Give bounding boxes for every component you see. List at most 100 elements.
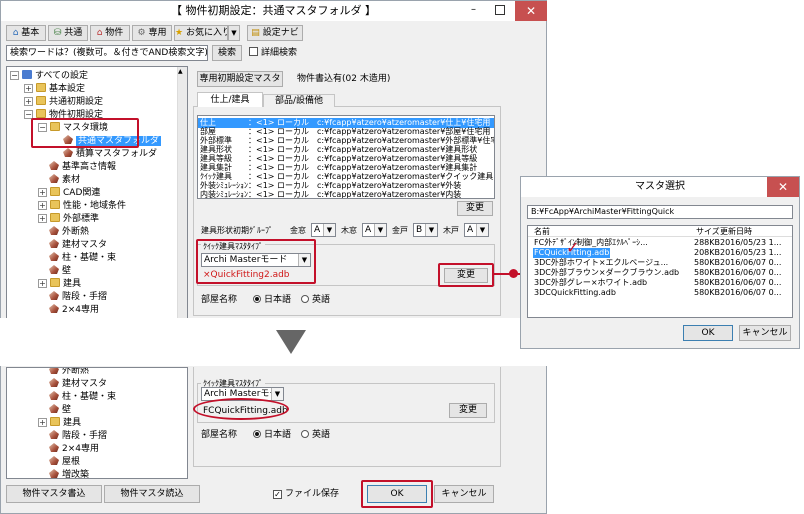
- tree-item-2x4[interactable]: 2×4専用: [49, 304, 99, 317]
- tree-label: 共通初期設定: [49, 97, 104, 107]
- cancel-button[interactable]: キャンセル: [434, 485, 494, 503]
- expand-icon[interactable]: +: [38, 279, 47, 288]
- toolbar-exclusive-button[interactable]: ⚙ 専用: [132, 25, 172, 41]
- tree-item-building-material[interactable]: 建材マスタ: [49, 378, 107, 391]
- radio-selected[interactable]: [253, 295, 261, 303]
- master-folder-list[interactable]: 仕上 ：<1> ローカル c:¥fcapp¥atzero¥atzeromaste…: [197, 115, 495, 199]
- quick-change-button-lower[interactable]: 変更: [449, 403, 487, 418]
- master-path-field: B:¥FcApp¥ArchiMaster¥FittingQuick: [527, 205, 793, 219]
- file-name[interactable]: 3DC外部グレー×ホワイト.adb: [534, 278, 647, 288]
- settings-tree[interactable]: ▲ − すべての設定 + 基本設定 + 共通初期設定 − 物件初期設定 − マスタ環境 共…: [6, 66, 188, 321]
- radio-selected[interactable]: [253, 430, 261, 438]
- tree-item-fittings[interactable]: + 建具: [38, 278, 81, 291]
- master-select-ok-button[interactable]: OK: [683, 325, 733, 341]
- property-master-write-button[interactable]: 物件マスタ書込: [6, 485, 102, 503]
- expand-icon[interactable]: +: [38, 201, 47, 210]
- file-name[interactable]: 3DCQuickFitting.adb: [534, 288, 616, 298]
- expand-icon[interactable]: +: [38, 418, 47, 427]
- detail-search-checkbox[interactable]: 詳細検索: [249, 47, 297, 59]
- toolbar-favorites-button[interactable]: ★ お気に入り: [174, 25, 228, 41]
- expand-icon[interactable]: +: [38, 214, 47, 223]
- folder-icon: [36, 83, 46, 92]
- search-input[interactable]: 検索ワードは？(複数可。＆付きでAND検索文字): [6, 45, 208, 61]
- settings-navi-label: 設定ナビ: [262, 28, 299, 38]
- tree-item-basic[interactable]: + 基本設定: [24, 83, 85, 96]
- tree-item-exterior-standard[interactable]: + 外部標準: [38, 213, 99, 226]
- grade-select-wood-door[interactable]: A ▼: [464, 223, 489, 237]
- close-button[interactable]: ✕: [515, 1, 547, 21]
- tree-item-wall[interactable]: 壁: [49, 265, 71, 278]
- room-name-japanese-radio[interactable]: 日本語: [253, 294, 291, 306]
- tab-parts[interactable]: 部品/設備他: [263, 94, 335, 107]
- tree-item-stairs[interactable]: 階段・手摺: [49, 430, 107, 443]
- grade-select-metal-door[interactable]: B ▼: [413, 223, 438, 237]
- tree-item-external-insulation[interactable]: 外断熱: [49, 226, 89, 239]
- tree-item-column[interactable]: 柱・基礎・束: [49, 391, 116, 404]
- tree-item-cad[interactable]: + CAD関連: [38, 187, 100, 200]
- radio-unselected[interactable]: [301, 295, 309, 303]
- tree-item-fittings[interactable]: + 建具: [38, 417, 81, 430]
- tab-finish[interactable]: 仕上/建具: [197, 92, 263, 107]
- chevron-down-icon: ▼: [374, 224, 386, 236]
- master-file-list[interactable]: 名前 サイズ 更新日時 FC外ﾃﾞｻﾞｲﾝ制御_内部ｴｸﾙﾍﾟｰｼ... 288…: [527, 225, 793, 318]
- tree-item-roof[interactable]: 屋根: [49, 456, 80, 469]
- tree-label: 壁: [62, 266, 72, 276]
- expand-icon[interactable]: +: [38, 188, 47, 197]
- tree-item-column[interactable]: 柱・基礎・束: [49, 252, 116, 265]
- toolbar-common-button[interactable]: ⛁ 共通: [48, 25, 88, 41]
- tree-item-common[interactable]: + 共通初期設定: [24, 96, 103, 109]
- tree-item-performance[interactable]: + 性能・地域条件: [38, 200, 126, 213]
- master-select-cancel-button[interactable]: キャンセル: [739, 325, 791, 341]
- tree-scrollbar[interactable]: [177, 67, 187, 320]
- radio-unselected[interactable]: [301, 430, 309, 438]
- tree-item-renovation[interactable]: 増改築: [49, 469, 89, 478]
- favorites-dropdown-button[interactable]: ▼: [228, 25, 240, 41]
- settings-navi-button[interactable]: ▤ 設定ナビ: [247, 25, 303, 41]
- tree-item-estimate-master-folder[interactable]: 積算マスタフォルダ: [63, 148, 157, 161]
- leaf-icon: [49, 469, 59, 478]
- master-select-close-button[interactable]: ✕: [767, 177, 799, 197]
- column-size-header[interactable]: サイズ: [696, 226, 720, 237]
- column-name-header[interactable]: 名前: [534, 226, 550, 237]
- tree-item-stairs[interactable]: 階段・手摺: [49, 291, 107, 304]
- room-name-english-radio[interactable]: 英語: [301, 294, 330, 306]
- minimize-button[interactable]: –: [471, 5, 483, 17]
- grade-select-metal-window[interactable]: A ▼: [311, 223, 336, 237]
- room-name-english-radio-lower[interactable]: 英語: [301, 429, 330, 441]
- master-select-title: マスタ選択: [521, 177, 799, 197]
- settings-tree-lower[interactable]: 外断熱 建材マスタ 柱・基礎・束 壁 + 建具 階段・手摺 2×4専用 屋根 増改…: [6, 367, 188, 479]
- file-name[interactable]: 3DC外部ブラウン×ダークブラウン.adb: [534, 268, 679, 278]
- search-button[interactable]: 検索: [212, 45, 242, 61]
- grade-select-wood-window[interactable]: A ▼: [362, 223, 387, 237]
- folder-change-button[interactable]: 変更: [457, 201, 493, 216]
- tree-item-building-material[interactable]: 建材マスタ: [49, 239, 107, 252]
- tree-item-material[interactable]: 素材: [49, 174, 80, 187]
- tree-label: 階段・手摺: [62, 431, 108, 441]
- file-name[interactable]: FC外ﾃﾞｻﾞｲﾝ制御_内部ｴｸﾙﾍﾟｰｼ...: [534, 238, 648, 248]
- tab-property-write[interactable]: 物件書込有(02 木造用): [297, 73, 390, 85]
- tree-item-wall[interactable]: 壁: [49, 404, 71, 417]
- column-date-header[interactable]: 更新日時: [720, 226, 752, 237]
- maximize-button[interactable]: [495, 5, 505, 15]
- tree-item-all[interactable]: − すべての設定: [10, 70, 88, 83]
- chevron-down-icon: ▼: [425, 224, 437, 236]
- list-item[interactable]: 内装ｼﾐｭﾚｰｼｮﾝ：<1> ローカル c:¥fcapp¥atzero¥atze…: [200, 190, 461, 198]
- tree-item-external-insulation[interactable]: 外断熱: [49, 368, 89, 378]
- file-save-checkbox[interactable]: ✓ ファイル保存: [273, 488, 339, 500]
- expand-icon[interactable]: +: [24, 97, 33, 106]
- tree-scroll-up-arrow[interactable]: ▲: [178, 68, 186, 75]
- property-master-read-button[interactable]: 物件マスタ読込: [104, 485, 200, 503]
- grade-label-wood-window: 木窓: [341, 226, 357, 235]
- tree-item-base-height[interactable]: 基準高さ情報: [49, 161, 116, 174]
- file-name[interactable]: 3DC外部ホワイト×エクルベージュ...: [534, 258, 668, 268]
- collapse-icon[interactable]: −: [10, 71, 19, 80]
- expand-icon[interactable]: +: [24, 84, 33, 93]
- check-icon[interactable]: ✓: [273, 490, 282, 499]
- toolbar-basic-button[interactable]: ⌂ 基本: [6, 25, 46, 41]
- tree-label: 壁: [62, 405, 72, 415]
- tree-item-2x4[interactable]: 2×4専用: [49, 443, 99, 456]
- toolbar-property-button[interactable]: ⌂ 物件: [90, 25, 130, 41]
- room-name-japanese-radio-lower[interactable]: 日本語: [253, 429, 291, 441]
- detail-search-check-box[interactable]: [249, 47, 258, 56]
- tab-master[interactable]: 専用初期設定マスタ: [197, 71, 283, 87]
